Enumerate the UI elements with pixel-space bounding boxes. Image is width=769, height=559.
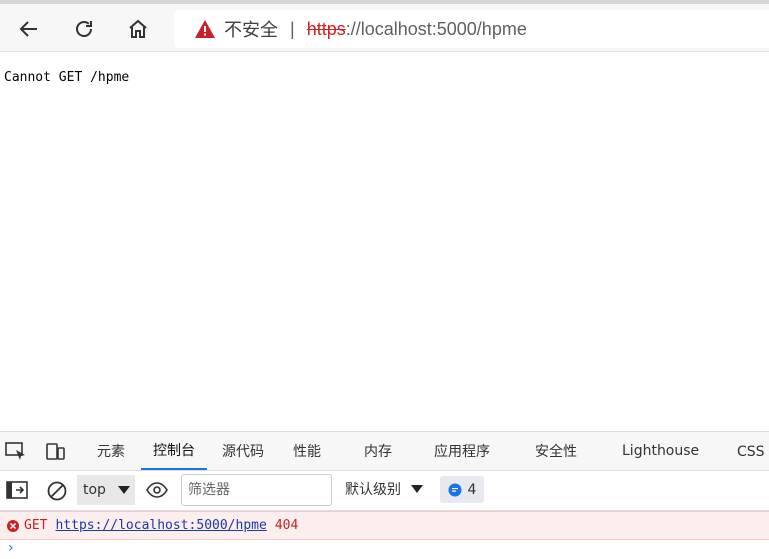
devtools-tabbar: 元素 控制台 源代码 性能 内存 应用程序 安全性 Lighthouse CSS… bbox=[0, 432, 769, 471]
device-toolbar-button[interactable] bbox=[45, 432, 67, 470]
warning-triangle-icon[interactable] bbox=[194, 19, 216, 39]
issues-badge[interactable]: 4 bbox=[440, 476, 484, 503]
back-arrow-icon bbox=[19, 21, 37, 37]
dropdown-arrow-icon bbox=[117, 486, 130, 494]
filter-input[interactable] bbox=[181, 474, 332, 506]
console-prompt[interactable]: › bbox=[8, 540, 14, 556]
address-bar[interactable]: 不安全 | https://localhost:5000/hpme bbox=[174, 10, 769, 48]
clear-console-button[interactable] bbox=[46, 480, 68, 502]
error-icon bbox=[7, 519, 19, 532]
clear-icon bbox=[47, 481, 67, 501]
context-value: top bbox=[83, 482, 106, 498]
dropdown-arrow-icon bbox=[411, 485, 423, 493]
console-toolbar: top 默认级别 4 bbox=[0, 471, 769, 511]
browser-toolbar: 不安全 | https://localhost:5000/hpme bbox=[0, 0, 769, 52]
error-status: 404 bbox=[274, 518, 299, 533]
error-url-link[interactable]: https://localhost:5000/hpme bbox=[55, 518, 266, 533]
url-host: ://localhost bbox=[345, 18, 432, 39]
sidebar-icon bbox=[6, 481, 28, 499]
refresh-icon bbox=[76, 21, 92, 37]
inspect-element-button[interactable] bbox=[5, 432, 27, 470]
url-path: :5000/hpme bbox=[431, 18, 527, 39]
address-separator: | bbox=[290, 18, 295, 39]
console-error-row: GET https://localhost:5000/hpme 404 bbox=[0, 511, 769, 540]
error-method: GET bbox=[24, 518, 48, 533]
tab-elements[interactable]: 元素 bbox=[97, 432, 125, 470]
home-button[interactable] bbox=[121, 14, 155, 44]
log-level-dropdown[interactable]: 默认级别 bbox=[345, 479, 423, 499]
devtools-panel: 元素 控制台 源代码 性能 内存 应用程序 安全性 Lighthouse CSS… bbox=[0, 431, 769, 559]
sidebar-toggle-button[interactable] bbox=[6, 480, 28, 500]
tab-application[interactable]: 应用程序 bbox=[434, 432, 490, 470]
tab-sources[interactable]: 源代码 bbox=[222, 432, 264, 470]
back-button[interactable] bbox=[12, 14, 46, 44]
tab-performance[interactable]: 性能 bbox=[293, 432, 321, 470]
inspect-icon bbox=[5, 442, 25, 460]
tab-console[interactable]: 控制台 bbox=[141, 432, 207, 470]
message-icon bbox=[448, 483, 462, 496]
tab-css-overview[interactable]: CSS 概 bbox=[737, 432, 769, 470]
security-label[interactable]: 不安全 bbox=[224, 16, 278, 42]
tab-lighthouse[interactable]: Lighthouse bbox=[622, 432, 699, 470]
log-level-label: 默认级别 bbox=[345, 482, 401, 498]
url-scheme: https bbox=[306, 18, 346, 39]
live-expression-button[interactable] bbox=[146, 481, 168, 499]
tab-security[interactable]: 安全性 bbox=[535, 432, 577, 470]
home-icon bbox=[129, 19, 147, 38]
error-message: Cannot GET /hpme bbox=[4, 70, 130, 85]
eye-icon bbox=[146, 482, 168, 498]
context-selector[interactable]: top bbox=[77, 475, 135, 505]
device-icon bbox=[46, 443, 65, 460]
refresh-button[interactable] bbox=[67, 14, 101, 44]
tab-memory[interactable]: 内存 bbox=[364, 432, 392, 470]
issues-count: 4 bbox=[467, 481, 477, 498]
